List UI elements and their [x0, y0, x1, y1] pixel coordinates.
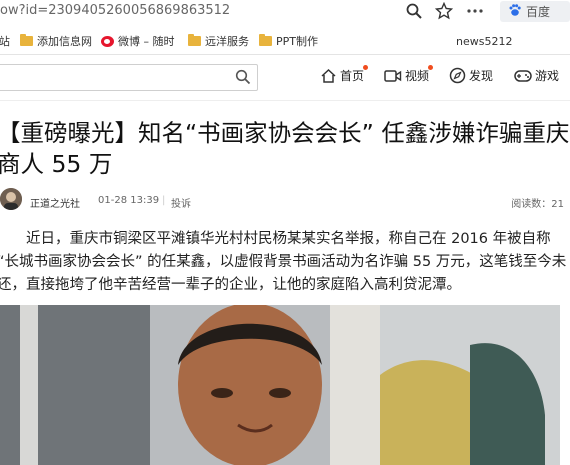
- gamepad-icon: [514, 69, 532, 82]
- home-icon: [321, 68, 336, 83]
- site-search-input[interactable]: [0, 64, 258, 91]
- bookmark-label: 添加信息网: [37, 35, 92, 48]
- bookmark-label: PPT制作: [276, 35, 318, 48]
- star-bookmark-icon[interactable]: [434, 1, 454, 20]
- nav-video-label: 视频: [405, 69, 430, 83]
- address-bar: ow?id=2309405260056869863512 百度: [0, 0, 570, 24]
- read-count: 阅读数：21: [511, 199, 564, 210]
- more-menu-icon[interactable]: [466, 2, 484, 20]
- folder-icon: [20, 34, 33, 46]
- nav-home[interactable]: 首页: [320, 65, 368, 84]
- video-icon: [384, 69, 402, 82]
- folder-icon: [259, 34, 272, 46]
- search-icon[interactable]: [235, 69, 251, 89]
- bookmark-item[interactable]: 添加信息网: [20, 33, 92, 49]
- nav-video[interactable]: 视频: [384, 65, 433, 84]
- site-header: 首页 视频 发现 游戏: [0, 55, 570, 101]
- notification-dot: [428, 65, 433, 70]
- article-photo: [0, 305, 560, 465]
- publish-time: 01-28 13:39: [98, 195, 160, 206]
- nav-discover[interactable]: 发现: [449, 67, 493, 84]
- bookmark-item[interactable]: PPT制作: [259, 33, 318, 49]
- bookmark-item[interactable]: 远洋服务: [188, 33, 249, 49]
- search-engine-box[interactable]: 百度: [500, 1, 570, 22]
- nav-discover-label: 发现: [469, 69, 494, 83]
- bookmark-item[interactable]: 站: [0, 33, 10, 49]
- baidu-paw-icon: [508, 2, 522, 21]
- notification-dot: [363, 65, 368, 70]
- compass-icon: [449, 67, 466, 84]
- report-link[interactable]: 投诉: [171, 195, 191, 210]
- user-account-label[interactable]: news5212: [456, 35, 512, 48]
- meta-separator: |: [162, 195, 166, 206]
- url-field[interactable]: ow?id=2309405260056869863512: [0, 3, 230, 18]
- nav-home-label: 首页: [340, 69, 365, 83]
- author-avatar[interactable]: [0, 188, 22, 210]
- nav-games[interactable]: 游戏: [514, 67, 559, 84]
- zoom-search-icon[interactable]: [405, 2, 423, 20]
- article-paragraph: 近日，重庆市铜梁区平滩镇华光村村民杨某某实名举报，称自己在 2016 年被自称 …: [0, 231, 567, 293]
- article-meta: 正道之光社 01-28 13:39 | 投诉 阅读数：21: [0, 186, 570, 216]
- bookmark-label: 远洋服务: [205, 35, 249, 48]
- nav-games-label: 游戏: [535, 69, 560, 83]
- search-engine-label: 百度: [526, 5, 551, 19]
- bookmarks-bar: 站 添加信息网 微博 – 随时 远洋服务 PPT制作 news5212: [0, 28, 570, 55]
- article-title: 【重磅曝光】知名“书画家协会会长” 任鑫涉嫌诈骗重庆商人 55 万: [0, 119, 570, 178]
- author-name[interactable]: 正道之光社: [30, 195, 80, 210]
- bookmark-item[interactable]: 微博 – 随时: [101, 33, 175, 49]
- weibo-icon: [101, 35, 114, 47]
- folder-icon: [188, 34, 201, 46]
- bookmark-label: 微博 – 随时: [118, 35, 175, 48]
- bookmark-label: 站: [0, 35, 10, 48]
